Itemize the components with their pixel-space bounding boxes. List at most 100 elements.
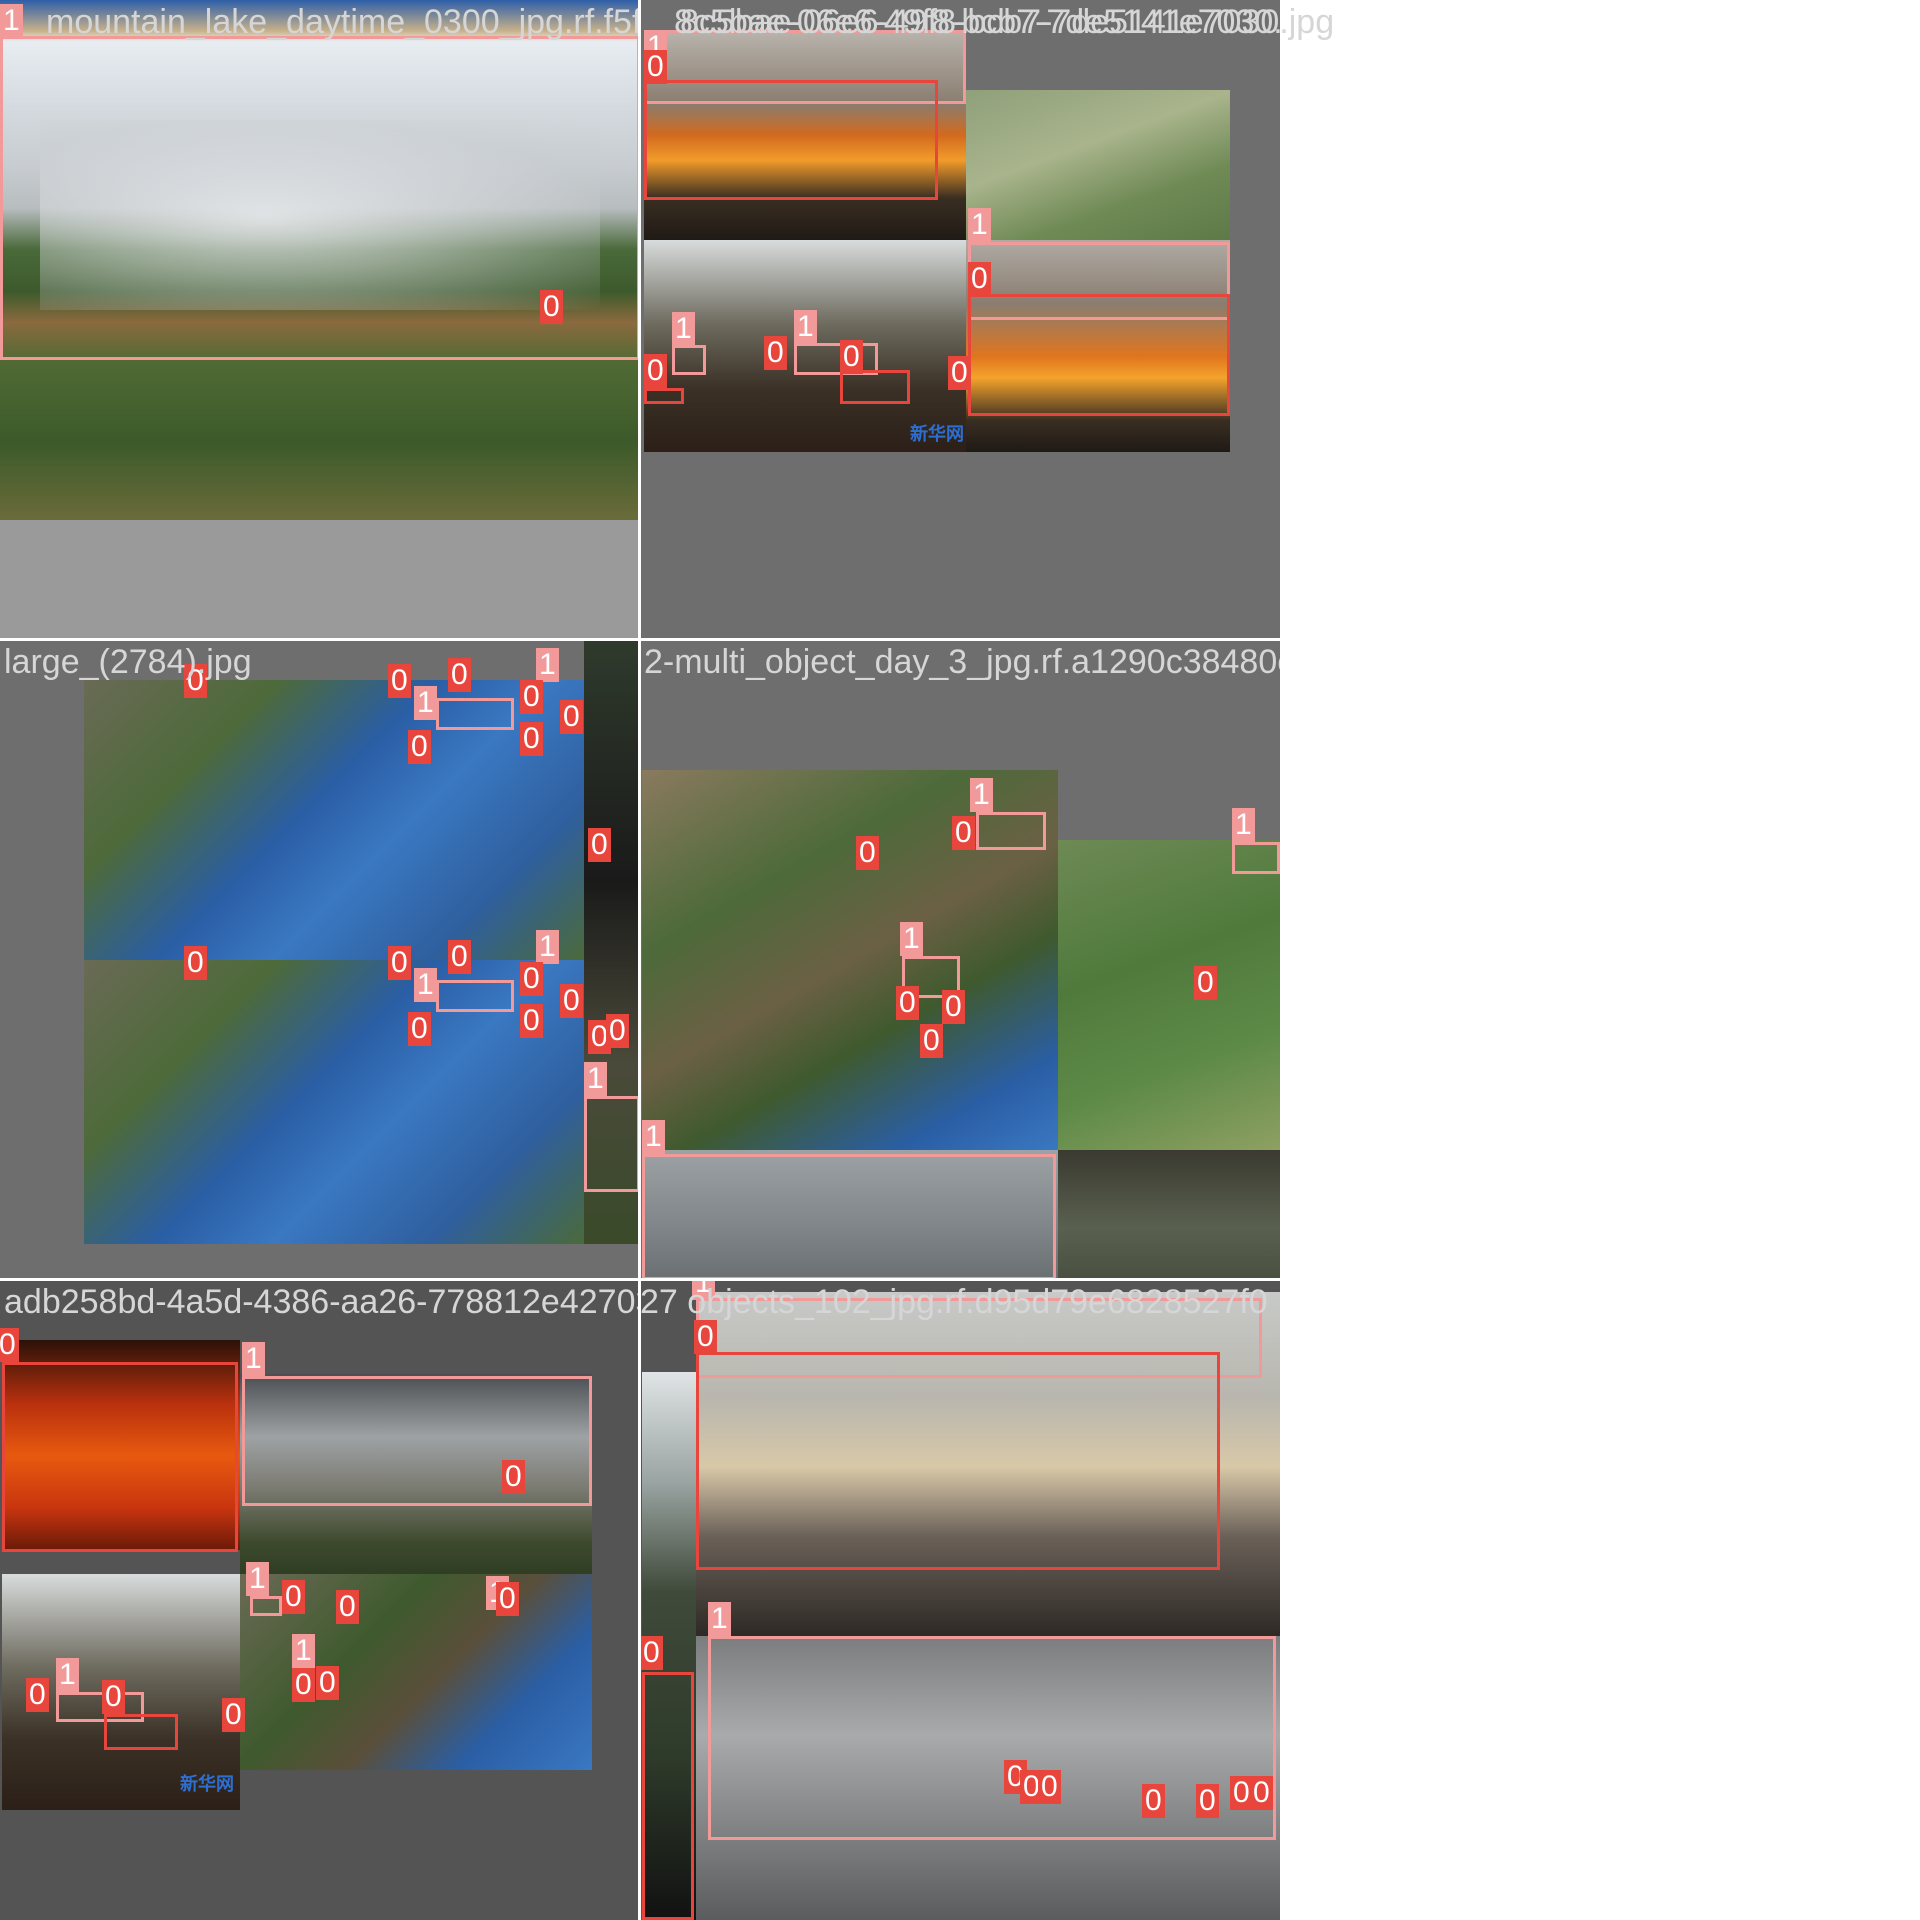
class-label: 0 bbox=[1250, 1776, 1273, 1810]
class-label: 0 bbox=[520, 680, 543, 714]
tile-divider bbox=[638, 0, 641, 1920]
class-label: 0 bbox=[764, 336, 787, 370]
bbox-smoke bbox=[242, 1376, 592, 1506]
bbox-smoke bbox=[250, 1596, 282, 1616]
bbox-fire bbox=[696, 1352, 1220, 1570]
class-label: 0 bbox=[588, 828, 611, 862]
class-label: 0 bbox=[388, 664, 411, 698]
tile-filename: adb258bd-4a5d-4386-aa26-778812e42703 bbox=[4, 1283, 640, 1321]
tile-filename: 2-multi_object_day_3_jpg.rf.a1290c38480e bbox=[644, 643, 1280, 681]
class-label: 0 bbox=[644, 50, 667, 84]
mosaic-tile: 1 0 1 0 0 0 0 0 0 0 0 27 objects_102_jpg… bbox=[640, 1280, 1280, 1920]
class-label: 0 bbox=[640, 1636, 663, 1670]
class-label: 0 bbox=[520, 722, 543, 756]
class-label: 1 bbox=[794, 310, 817, 344]
class-label: 1 bbox=[414, 968, 437, 1002]
class-label: 0 bbox=[102, 1680, 125, 1714]
class-label: 1 bbox=[56, 1658, 79, 1692]
class-label: 1 bbox=[970, 778, 993, 812]
class-label: 0 bbox=[1038, 1770, 1061, 1804]
class-label: 1 bbox=[1232, 808, 1255, 842]
class-label: 0 bbox=[520, 962, 543, 996]
bbox-fire bbox=[968, 294, 1230, 416]
class-label: 0 bbox=[222, 1698, 245, 1732]
class-label: 0 bbox=[502, 1460, 525, 1494]
training-batch-mosaic: 1 0 mountain_lake_daytime_0300_jpg.rf.f5… bbox=[0, 0, 1334, 1920]
mosaic-tile: 0 0 0 1 1 0 0 0 0 0 0 0 0 1 1 0 0 0 0 0 … bbox=[0, 640, 640, 1280]
image-trees bbox=[1058, 1150, 1280, 1280]
class-label: 1 bbox=[584, 1062, 607, 1096]
class-label: 0 bbox=[408, 1012, 431, 1046]
bbox-smoke bbox=[1232, 842, 1280, 874]
bbox-smoke bbox=[672, 345, 706, 375]
image-forest-aerial bbox=[1058, 840, 1280, 1150]
tile-filename: large_(2784).jpg bbox=[4, 643, 252, 681]
tile-filename-text: objects_102_jpg.rf.d95d79e6828527f0 bbox=[687, 1283, 1268, 1321]
bbox-fire bbox=[2, 1362, 238, 1552]
bbox-fire bbox=[642, 1672, 694, 1920]
class-label: 0 bbox=[496, 1582, 519, 1616]
class-label: 0 bbox=[948, 356, 971, 390]
class-label: 1 bbox=[900, 922, 923, 956]
class-label: 1 bbox=[708, 1602, 731, 1636]
class-label: 0 bbox=[1142, 1784, 1165, 1818]
class-label: 1 bbox=[642, 1120, 665, 1154]
class-label: 1 bbox=[414, 686, 437, 720]
class-label: 0 bbox=[942, 990, 965, 1024]
class-label: 0 bbox=[448, 658, 471, 692]
bbox-fire bbox=[644, 388, 684, 404]
xinhua-watermark: 新华网 bbox=[180, 1774, 234, 1795]
class-label: 0 bbox=[26, 1678, 49, 1712]
class-label: 0 bbox=[408, 730, 431, 764]
tile-filename: 27 objects_102_jpg.rf.d95d79e6828527f0 bbox=[640, 1282, 1268, 1322]
class-label: 0 bbox=[606, 1014, 629, 1048]
class-label: 0 bbox=[316, 1666, 339, 1700]
class-label: 0 bbox=[0, 1328, 19, 1362]
class-label: 0 bbox=[336, 1590, 359, 1624]
bbox-fire bbox=[644, 80, 938, 200]
class-label: 1 bbox=[536, 930, 559, 964]
class-label: 0 bbox=[282, 1580, 305, 1614]
bbox-smoke bbox=[584, 1096, 640, 1192]
class-label: 0 bbox=[896, 986, 919, 1020]
class-label: 1 bbox=[242, 1342, 265, 1376]
mosaic-tile: 1 0 0 1 0 0 0 1 0 1 2-multi_object_day_3… bbox=[640, 640, 1280, 1280]
mosaic-tile: 0 1 0 1 0 0 0 新华网 1 0 0 1 0 1 0 0 adb258… bbox=[0, 1280, 640, 1920]
class-label: 0 bbox=[560, 700, 583, 734]
class-label: 0 bbox=[920, 1024, 943, 1058]
mosaic-tile: 1 0 1 1 0 0 0 0 新华网 1 0 8c5bae-06e6-49f8… bbox=[640, 0, 1280, 640]
class-label: 0 bbox=[1196, 1784, 1219, 1818]
image-aerial-field bbox=[966, 90, 1230, 240]
tile-filename-prefix: 27 bbox=[640, 1283, 678, 1321]
bbox-fire bbox=[104, 1714, 178, 1750]
tile-divider bbox=[0, 638, 1280, 641]
class-label: 0 bbox=[1194, 966, 1217, 1000]
bbox-smoke bbox=[708, 1636, 1276, 1840]
class-label: 0 bbox=[184, 946, 207, 980]
class-label: 0 bbox=[644, 354, 667, 388]
bbox-fire bbox=[840, 370, 910, 404]
class-label: 0 bbox=[292, 1668, 315, 1702]
bbox-smoke bbox=[436, 980, 514, 1012]
class-label: 1 bbox=[292, 1634, 315, 1668]
bbox-smoke bbox=[436, 698, 514, 730]
bbox-smoke bbox=[642, 1154, 1056, 1280]
class-label: 0 bbox=[694, 1320, 717, 1354]
class-label: 0 bbox=[540, 290, 563, 324]
class-label: 0 bbox=[968, 262, 991, 296]
bbox-smoke bbox=[976, 812, 1046, 850]
class-label: 0 bbox=[840, 340, 863, 374]
class-label: 1 bbox=[0, 4, 23, 38]
class-label: 1 bbox=[536, 648, 559, 682]
class-label: 0 bbox=[560, 984, 583, 1018]
tile-filename-overflow: 8c5bae-06e6-49f8-bcb7-7de5141e7030.jpg bbox=[680, 3, 1335, 41]
class-label: 0 bbox=[856, 836, 879, 870]
class-label: 0 bbox=[520, 1004, 543, 1038]
class-label: 0 bbox=[388, 946, 411, 980]
class-label: 1 bbox=[246, 1562, 269, 1596]
class-label: 1 bbox=[672, 312, 695, 346]
tile-filename: mountain_lake_daytime_0300_jpg.rf.f5f92d bbox=[46, 3, 640, 41]
xinhua-watermark: 新华网 bbox=[910, 424, 964, 445]
class-label: 0 bbox=[952, 816, 975, 850]
mosaic-tile: 1 0 mountain_lake_daytime_0300_jpg.rf.f5… bbox=[0, 0, 640, 640]
